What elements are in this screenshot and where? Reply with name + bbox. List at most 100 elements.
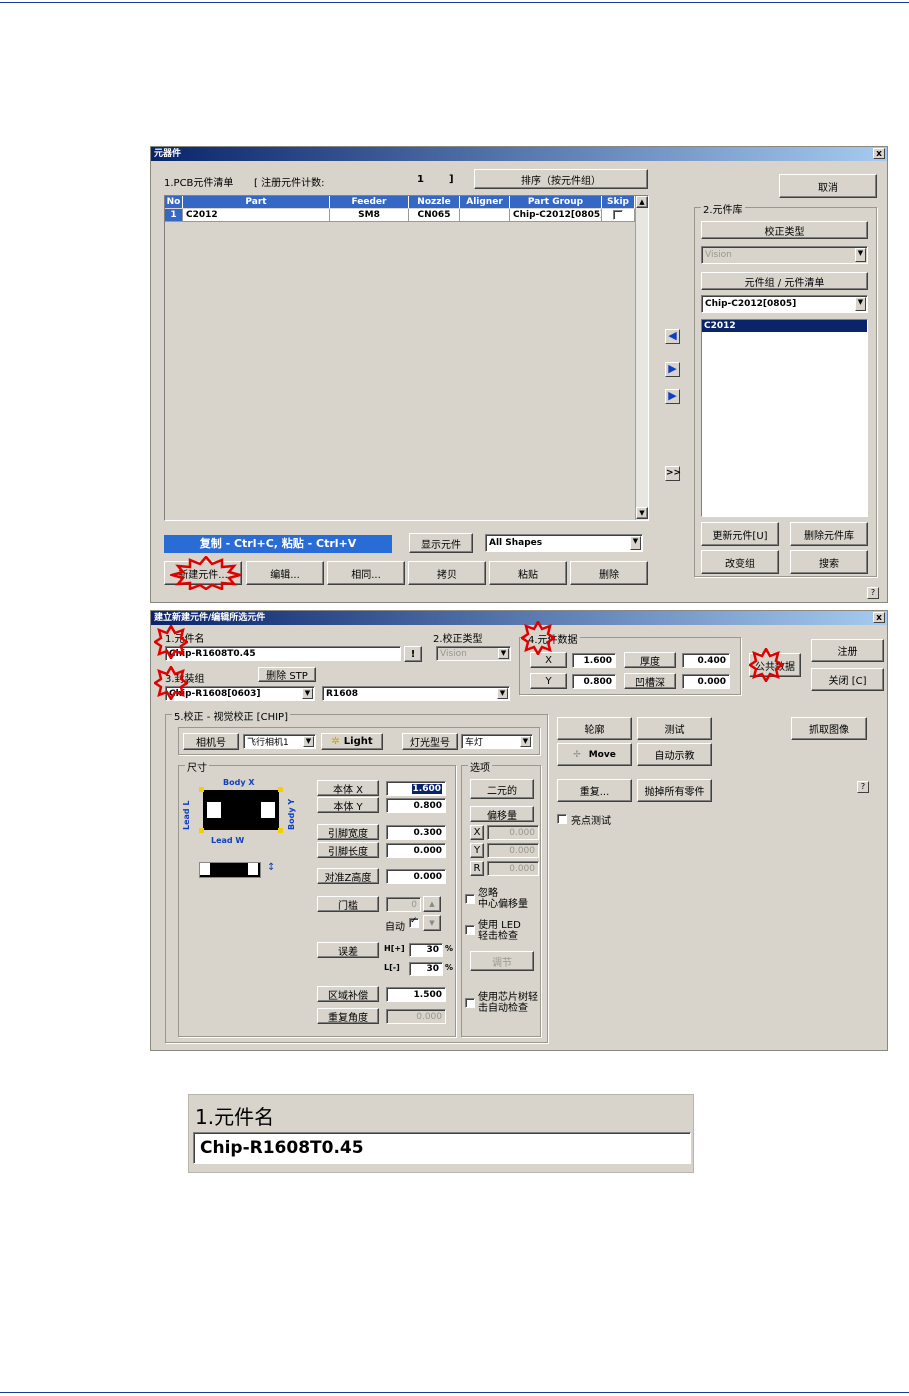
col-part[interactable]: Part — [183, 196, 330, 208]
test-button[interactable]: 测试 — [637, 717, 712, 740]
edit-button[interactable]: 编辑... — [246, 561, 324, 585]
chevron-down-icon[interactable]: ▼ — [855, 248, 866, 262]
two-element-button[interactable]: 二元的 — [470, 779, 534, 799]
area-comp-button[interactable]: 区域补偿 — [317, 986, 379, 1002]
list-item[interactable]: C2012 — [702, 320, 867, 332]
row-part[interactable]: C2012 — [183, 209, 330, 222]
offset-r-field[interactable]: 0.000 — [487, 861, 539, 876]
search-button[interactable]: 搜索 — [790, 550, 868, 574]
body-x-field[interactable]: 1.600 — [386, 781, 446, 796]
delete-stp-button[interactable]: 删除 STP — [258, 667, 316, 682]
offset-x-field[interactable]: 0.000 — [487, 825, 539, 840]
close-icon[interactable]: x — [873, 148, 885, 159]
offset-button[interactable]: 偏移量 — [470, 806, 534, 822]
auto-checkbox[interactable]: ✓ — [409, 916, 419, 928]
group-list-button[interactable]: 元件组 / 元件清单 — [701, 272, 868, 290]
recess-field[interactable]: 0.000 — [682, 674, 730, 689]
change-group-button[interactable]: 改变组 — [701, 550, 779, 574]
chevron-down-icon[interactable]: ▼ — [855, 297, 866, 311]
update-part-button[interactable]: 更新元件[U] — [701, 522, 779, 546]
sort-button[interactable]: 排序（按元件组） — [474, 169, 648, 189]
threshold-field[interactable]: 0 — [386, 897, 421, 912]
adjust-button[interactable]: 调节 — [470, 951, 534, 971]
lead-width-field[interactable]: 0.300 — [386, 825, 446, 840]
lead-length-button[interactable]: 引脚长度 — [317, 842, 379, 858]
close-icon[interactable]: x — [873, 612, 885, 623]
same-button[interactable]: 相同... — [327, 561, 405, 585]
scroll-down-icon[interactable]: ▼ — [636, 507, 648, 519]
scroll-up-icon[interactable]: ▲ — [636, 196, 648, 208]
bright-test-checkbox[interactable] — [557, 814, 567, 824]
body-x-button[interactable]: 本体 X — [317, 780, 379, 796]
row-aligner[interactable] — [460, 209, 510, 222]
copy-button[interactable]: 拷贝 — [408, 561, 486, 585]
bang-button[interactable]: ! — [404, 646, 422, 662]
repeat-button[interactable]: 重复... — [557, 779, 632, 802]
show-parts-select[interactable]: All Shapes ▼ — [485, 534, 643, 552]
col-aligner[interactable]: Aligner — [460, 196, 510, 208]
chevron-down-icon[interactable]: ▼ — [498, 648, 509, 659]
body-y-field[interactable]: 0.800 — [386, 798, 446, 813]
auto-teach-button[interactable]: 自动示教 — [637, 743, 712, 766]
threshold-down-icon[interactable]: ▼ — [423, 915, 441, 931]
chevron-down-icon[interactable]: ▼ — [302, 688, 313, 699]
group-select[interactable]: Chip-C2012[0805] ▼ — [701, 295, 868, 313]
delete-button[interactable]: 删除 — [570, 561, 648, 585]
camera-select[interactable]: 飞行相机1 ▼ — [243, 734, 316, 749]
area-comp-field[interactable]: 1.500 — [386, 987, 446, 1002]
outline-button[interactable]: 轮廓 — [557, 717, 632, 740]
row-skip-cell[interactable] — [602, 209, 635, 222]
offset-y-field[interactable]: 0.000 — [487, 843, 539, 858]
row-no[interactable]: 1 — [165, 209, 183, 222]
double-arrow-icon[interactable]: >> — [665, 466, 681, 481]
package-sub-select[interactable]: R1608 ▼ — [322, 686, 510, 701]
part-name-input[interactable]: Chip-R1608T0.45 — [165, 646, 401, 661]
repeat-angle-button[interactable]: 重复角度 — [317, 1008, 379, 1024]
align-z-field[interactable]: 0.000 — [386, 869, 446, 884]
delete-library-button[interactable]: 删除元件库 — [790, 522, 868, 546]
chevron-down-icon[interactable]: ▼ — [630, 536, 641, 550]
col-part-group[interactable]: Part Group — [510, 196, 602, 208]
skip-checkbox[interactable] — [613, 210, 623, 220]
paste-button[interactable]: 粘贴 — [489, 561, 567, 585]
package-select[interactable]: Chip-R1608[0603] ▼ — [165, 686, 315, 701]
close-dialog-button[interactable]: 关闭 [C] — [811, 668, 884, 691]
arrow-right-all-icon[interactable]: ▶ — [665, 389, 680, 404]
col-skip[interactable]: Skip — [602, 196, 635, 208]
y-field[interactable]: 0.800 — [572, 674, 616, 689]
grid-scrollbar[interactable]: ▲ ▼ — [635, 196, 648, 520]
align-z-button[interactable]: 对准Z高度 — [317, 868, 379, 884]
new-part-button[interactable]: 新建元件... — [164, 561, 242, 585]
row-feeder[interactable]: SM8 — [330, 209, 409, 222]
row-part-group[interactable]: Chip-C2012[0805] — [510, 209, 602, 222]
h-field[interactable]: 30 — [409, 943, 443, 957]
register-button[interactable]: 注册 — [811, 639, 884, 662]
chevron-down-icon[interactable]: ▼ — [303, 736, 314, 747]
thickness-field[interactable]: 0.400 — [682, 653, 730, 668]
col-no[interactable]: No — [165, 196, 183, 208]
grab-image-button[interactable]: 抓取图像 — [791, 717, 867, 740]
library-list[interactable]: C2012 — [701, 319, 868, 517]
cancel-button[interactable]: 取消 — [779, 174, 877, 198]
common-data-button[interactable]: 公共数据 — [749, 653, 801, 677]
zoom-part-name-input[interactable]: Chip-R1608T0.45 — [193, 1132, 691, 1164]
light-button[interactable]: ✲ Light — [321, 733, 383, 750]
correction-type-button[interactable]: 校正类型 — [701, 221, 868, 239]
x-field[interactable]: 1.600 — [572, 653, 616, 668]
move-button[interactable]: ✢ Move — [557, 743, 632, 766]
lead-length-field[interactable]: 0.000 — [386, 843, 446, 858]
repeat-angle-field[interactable]: 0.000 — [386, 1009, 446, 1024]
lead-width-button[interactable]: 引脚宽度 — [317, 824, 379, 840]
chevron-down-icon[interactable]: ▼ — [520, 736, 531, 747]
l-field[interactable]: 30 — [409, 962, 443, 976]
use-led-checkbox[interactable] — [465, 925, 475, 935]
pcb-part-grid[interactable]: No Part Feeder Nozzle Aligner Part Group… — [164, 195, 649, 521]
help-icon[interactable]: ? — [857, 781, 869, 793]
lamp-select[interactable]: 车灯 ▼ — [461, 734, 533, 749]
col-nozzle[interactable]: Nozzle — [409, 196, 460, 208]
chevron-down-icon[interactable]: ▼ — [497, 688, 508, 699]
ignore-center-checkbox[interactable] — [465, 894, 475, 904]
correction-type-select[interactable]: Vision ▼ — [701, 246, 868, 264]
threshold-up-icon[interactable]: ▲ — [423, 896, 441, 912]
discard-all-button[interactable]: 抛掉所有零件 — [637, 779, 712, 802]
